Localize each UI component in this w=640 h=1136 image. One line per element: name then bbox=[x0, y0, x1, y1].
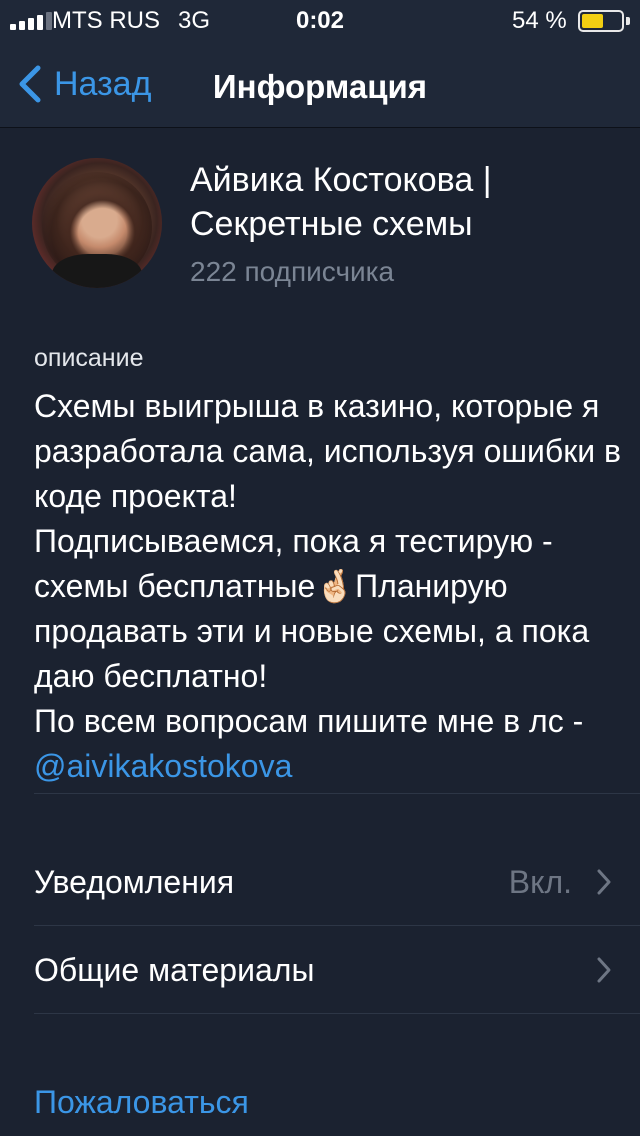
description-label: описание bbox=[34, 344, 144, 372]
description-text: Схемы выигрыша в казино, которые я разра… bbox=[34, 384, 624, 789]
chevron-right-icon bbox=[597, 957, 611, 983]
shared-media-label: Общие материалы bbox=[34, 952, 315, 988]
page-title: Информация bbox=[212, 68, 428, 105]
description-username-link[interactable]: @aivikakostokova bbox=[34, 748, 292, 784]
divider bbox=[34, 793, 640, 794]
status-bar: MTS RUS 3G 0:02 54 % bbox=[0, 0, 640, 40]
avatar-shirt bbox=[52, 254, 142, 288]
divider bbox=[34, 1013, 640, 1014]
description-body: Схемы выигрыша в казино, которые я разра… bbox=[34, 388, 621, 739]
notifications-label: Уведомления bbox=[34, 864, 235, 900]
shared-media-row[interactable]: Общие материалы bbox=[0, 926, 640, 1014]
report-button[interactable]: Пожаловаться bbox=[34, 1084, 249, 1121]
battery-percent: 54 % bbox=[512, 7, 567, 34]
notifications-row[interactable]: Уведомления Вкл. bbox=[0, 838, 640, 926]
battery-tip bbox=[626, 17, 630, 25]
notifications-value: Вкл. bbox=[508, 864, 572, 900]
subscriber-count: 222 подписчика bbox=[190, 256, 395, 287]
navigation-bar: Назад Информация bbox=[0, 40, 640, 128]
channel-name: Айвика Костокова | Секретные схемы bbox=[190, 161, 492, 243]
channel-avatar[interactable] bbox=[32, 158, 162, 288]
chevron-right-icon bbox=[597, 869, 611, 895]
battery-level bbox=[582, 14, 603, 28]
battery-icon bbox=[578, 10, 624, 32]
